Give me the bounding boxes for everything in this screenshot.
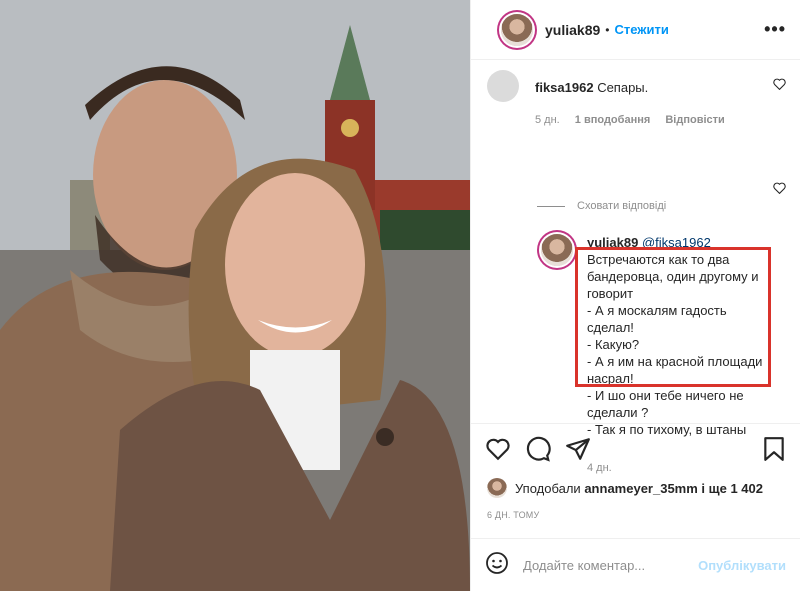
separator-dot: • (605, 22, 610, 37)
post-comment-button[interactable]: Опублікувати (698, 558, 786, 573)
comment-username[interactable]: fiksa1962 (535, 80, 594, 95)
like-reply-heart-icon[interactable] (773, 182, 786, 197)
more-options-icon[interactable]: ••• (764, 19, 786, 40)
reply-text: Встречаются как то два бандеровца, один … (587, 252, 763, 437)
post-timestamp[interactable]: 6 ДН. ТОМУ (487, 510, 539, 520)
bookmark-icon[interactable] (761, 436, 787, 467)
author-username[interactable]: yuliak89 (545, 22, 600, 38)
comment-text: Сепары. (597, 80, 649, 95)
commenter-avatar[interactable] (487, 70, 519, 102)
add-comment-bar: Додайте коментар... Опублікувати (471, 538, 800, 591)
liker-username[interactable]: annameyer_35mm (584, 481, 697, 496)
comment-icon[interactable] (525, 436, 551, 467)
emoji-icon[interactable] (485, 551, 509, 580)
likes-summary: Уподобали annameyer_35mm і ще 1 402 (487, 478, 763, 498)
heart-icon[interactable] (485, 436, 511, 467)
post-panel: yuliak89 • Стежити ••• fiksa1962 Сепары.… (470, 0, 800, 591)
reply-button[interactable]: Відповісти (665, 114, 724, 126)
author-avatar[interactable] (501, 13, 533, 46)
comment-time[interactable]: 5 дн. (535, 114, 560, 126)
reply-author-avatar[interactable] (541, 234, 573, 266)
comments-section: fiksa1962 Сепары. 5 дн. 1 вподобання Від… (471, 60, 800, 474)
likes-prefix: Уподобали (515, 480, 581, 496)
post-photo (0, 0, 470, 591)
replies-divider (537, 205, 565, 207)
hide-replies-label: Сховати відповіді (577, 200, 667, 212)
reply-username[interactable]: yuliak89 (587, 235, 638, 250)
comment-input[interactable]: Додайте коментар... (523, 558, 645, 573)
post-actions-bar (471, 423, 800, 477)
comment-meta: 5 дн. 1 вподобання Відповісти (535, 114, 737, 126)
likes-count[interactable]: і ще 1 402 (701, 481, 763, 496)
liker-avatar[interactable] (487, 478, 507, 498)
reply-body: yuliak89 @fiksa1962 Встречаются как то д… (587, 234, 767, 438)
share-icon[interactable] (565, 436, 591, 467)
hide-replies-toggle[interactable]: Сховати відповіді (537, 200, 666, 212)
post-header: yuliak89 • Стежити ••• (471, 0, 800, 60)
follow-button[interactable]: Стежити (614, 22, 668, 37)
comment-likes[interactable]: 1 вподобання (575, 114, 650, 126)
reply-mention[interactable]: @fiksa1962 (642, 235, 711, 250)
like-comment-heart-icon[interactable] (773, 78, 786, 93)
comment-text-line: fiksa1962 Сепары. (535, 80, 648, 95)
